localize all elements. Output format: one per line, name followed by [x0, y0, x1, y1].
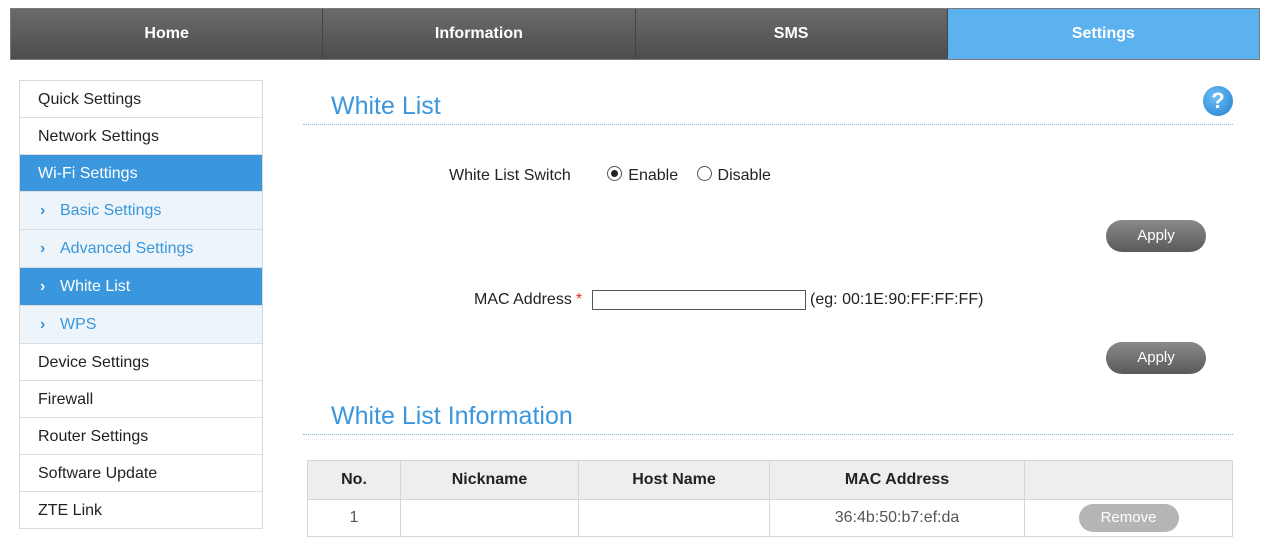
sidebar-subitem-white-list[interactable]: › White List [20, 268, 262, 306]
top-navigation: Home Information SMS Settings [10, 8, 1260, 60]
column-header-no: No. [307, 460, 401, 500]
cell-host-name [578, 499, 770, 537]
required-marker: * [575, 291, 583, 309]
sidebar-subitem-label: Advanced Settings [60, 240, 194, 257]
sidebar-item-network-settings[interactable]: Network Settings [20, 118, 262, 155]
tab-home[interactable]: Home [11, 9, 324, 59]
sidebar-item-router-settings[interactable]: Router Settings [20, 418, 262, 455]
sidebar: Quick Settings Network Settings Wi-Fi Se… [19, 80, 263, 529]
mac-address-hint: (eg: 00:1E:90:FF:FF:FF) [810, 291, 984, 309]
chevron-right-icon: › [40, 240, 46, 257]
white-list-table: No. Nickname Host Name MAC Address 1 36:… [307, 460, 1233, 537]
mac-address-input[interactable] [592, 290, 807, 310]
table-header-row: No. Nickname Host Name MAC Address [307, 460, 1233, 500]
chevron-right-icon: › [40, 278, 46, 295]
sidebar-subitem-basic-settings[interactable]: › Basic Settings [20, 192, 262, 230]
white-list-switch-row: White List Switch Enable Disable [449, 166, 785, 185]
disable-radio-label[interactable]: Disable [718, 167, 771, 184]
enable-radio[interactable] [607, 166, 623, 181]
sidebar-item-device-settings[interactable]: Device Settings [20, 344, 262, 381]
tab-sms[interactable]: SMS [635, 9, 948, 59]
main-content: White List ? White List Switch Enable Di… [303, 80, 1233, 537]
sidebar-item-zte-link[interactable]: ZTE Link [20, 492, 262, 529]
chevron-right-icon: › [40, 316, 46, 333]
sidebar-item-wifi-settings[interactable]: Wi-Fi Settings [20, 155, 262, 192]
column-header-mac-address: MAC Address [769, 460, 1025, 500]
cell-action: Remove [1024, 499, 1233, 537]
cell-no: 1 [307, 499, 401, 537]
tab-settings[interactable]: Settings [947, 9, 1259, 59]
column-header-action [1024, 460, 1233, 500]
sidebar-subitem-advanced-settings[interactable]: › Advanced Settings [20, 230, 262, 268]
column-header-nickname: Nickname [400, 460, 579, 500]
white-list-info-title: White List Information [303, 390, 1233, 435]
remove-button[interactable]: Remove [1078, 504, 1179, 532]
switch-label: White List Switch [449, 167, 571, 184]
tab-information[interactable]: Information [323, 9, 636, 59]
sidebar-subitem-wps[interactable]: › WPS [20, 306, 262, 344]
help-icon[interactable]: ? [1203, 86, 1233, 116]
apply-mac-button[interactable]: Apply [1106, 342, 1206, 374]
cell-nickname [400, 499, 579, 537]
table-row: 1 36:4b:50:b7:ef:da Remove [307, 499, 1233, 537]
chevron-right-icon: › [40, 202, 46, 219]
sidebar-item-software-update[interactable]: Software Update [20, 455, 262, 492]
cell-mac-address: 36:4b:50:b7:ef:da [769, 499, 1025, 537]
column-header-host-name: Host Name [578, 460, 770, 500]
sidebar-subitem-label: Basic Settings [60, 202, 162, 219]
disable-radio[interactable] [696, 166, 712, 181]
enable-radio-label[interactable]: Enable [628, 167, 678, 184]
sidebar-item-quick-settings[interactable]: Quick Settings [20, 81, 262, 118]
sidebar-item-firewall[interactable]: Firewall [20, 381, 262, 418]
mac-address-label: MAC Address [474, 291, 572, 309]
sidebar-subitem-label: White List [60, 278, 131, 295]
apply-switch-button[interactable]: Apply [1106, 220, 1206, 252]
sidebar-subitem-label: WPS [60, 316, 97, 333]
page-title: White List [303, 80, 1233, 125]
mac-address-row: MAC Address * (eg: 00:1E:90:FF:FF:FF) [474, 290, 983, 310]
